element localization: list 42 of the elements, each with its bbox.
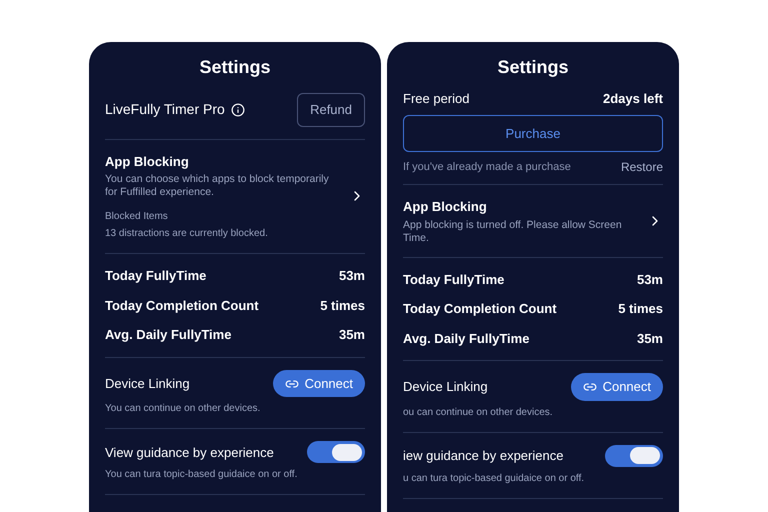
days-left: 2days left: [603, 90, 663, 108]
row-description: ou can continue on other devices.: [403, 406, 554, 420]
screen-title: Settings: [496, 56, 570, 79]
purchase-button[interactable]: Purchase: [403, 114, 663, 152]
info-icon[interactable]: [230, 102, 245, 117]
row-title: iew guidance by experience: [403, 447, 564, 465]
row-description: App blocking is turned off. Please allow Screen Time.: [403, 218, 623, 245]
row-title: Device Linking: [403, 378, 488, 396]
blocked-count: 13 distractions are currently blocked.: [105, 227, 269, 242]
restore-link[interactable]: Restore: [620, 158, 663, 176]
row-title: View guidance by experience: [105, 444, 274, 462]
row-title: App Blocking: [105, 152, 190, 171]
product-name: LiveFully Timer Pro: [105, 100, 225, 120]
toggle-switch[interactable]: [605, 444, 663, 467]
row-title: App Blocking: [403, 198, 488, 216]
refund-button[interactable]: Refund: [297, 93, 365, 126]
trial-label: Free period: [403, 90, 470, 108]
stat-label: Today FullyTime: [403, 270, 504, 289]
stat-value: 53m: [636, 270, 663, 289]
row-title: Device Linking: [105, 374, 190, 393]
blocked-label: Blocked Items: [105, 210, 169, 224]
row-description: You can continue on other devices.: [105, 402, 262, 416]
row-description: You can tura topic-based guidaice on or off.: [105, 468, 298, 482]
stat-label: Today Completion Count: [105, 296, 259, 315]
app-blocking-row[interactable]: App Blocking You can choose which apps to block temporarily for Fuffilled experience. Blocked Items 13 distractions are currently blocked.: [105, 140, 365, 254]
stat-label: Today Completion Count: [403, 300, 557, 318]
restore-note: If you've already made a purchase: [403, 160, 571, 175]
stat-value: 53m: [338, 267, 365, 286]
screen-title: Settings: [198, 56, 272, 79]
toggle-switch[interactable]: [307, 441, 365, 464]
stat-value: 35m: [636, 330, 663, 348]
stat-value: 5 times: [618, 300, 663, 318]
stat-label: Avg. Daily FullyTime: [105, 326, 232, 344]
stat-label: Today FullyTime: [105, 267, 206, 286]
connect-button[interactable]: Connect: [272, 370, 365, 398]
stat-value: 5 times: [320, 296, 365, 315]
app-blocking-row[interactable]: App Blocking App blocking is turned off. Please allow Screen Time.: [403, 185, 663, 258]
stat-value: 35m: [338, 326, 365, 344]
stat-label: Avg. Daily FullyTime: [403, 330, 530, 348]
row-description: u can tura topic-based guidaice on or off.: [403, 472, 586, 486]
row-description: You can choose which apps to block temporarily for Fuffilled experience.: [105, 173, 330, 200]
connect-button[interactable]: Connect: [570, 373, 663, 401]
